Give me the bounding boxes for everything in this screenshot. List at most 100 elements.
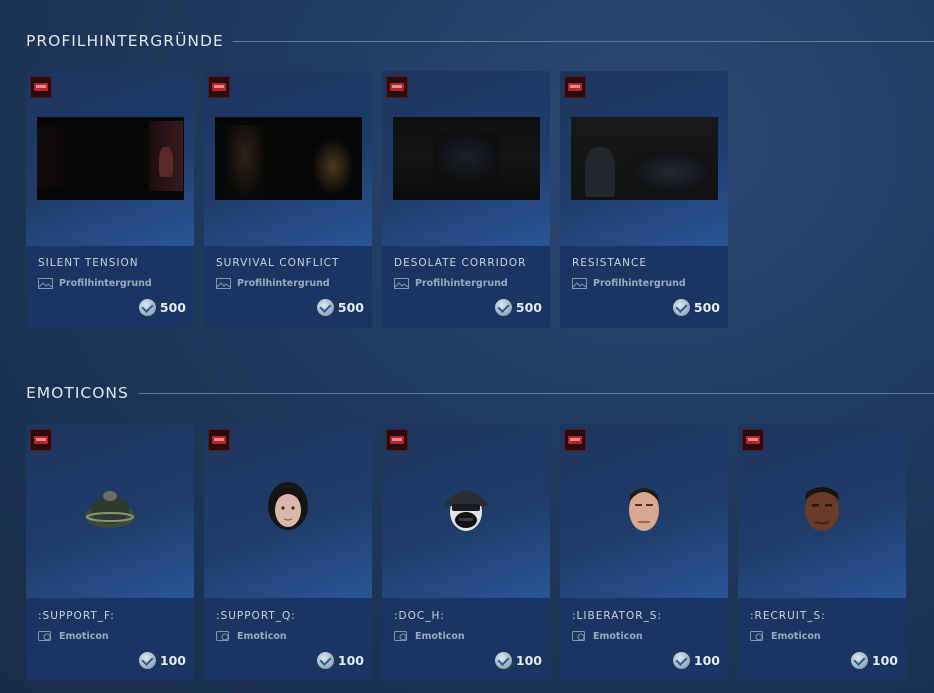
steam-points-coin-icon [316, 652, 334, 669]
item-type: Emoticon [216, 631, 287, 642]
item-type: Emoticon [750, 631, 821, 642]
card-preview [204, 424, 372, 598]
section-divider [232, 40, 934, 42]
game-logo-icon[interactable] [30, 429, 52, 451]
item-type-label: Emoticon [593, 631, 643, 642]
item-price[interactable]: 500 [138, 299, 186, 316]
item-price[interactable]: 100 [316, 652, 364, 669]
emoticon-image [629, 487, 659, 531]
item-type: Emoticon [572, 631, 643, 642]
item-name: DESOLATE CORRIDOR [394, 257, 527, 269]
item-price[interactable]: 100 [850, 652, 898, 669]
card-preview [560, 424, 728, 598]
emoticon-card-recruit-s[interactable]: :RECRUIT_S: Emoticon 100 [738, 424, 906, 680]
item-type-label: Emoticon [771, 631, 821, 642]
game-logo-icon[interactable] [208, 76, 230, 98]
background-card-desolate-corridor[interactable]: DESOLATE CORRIDOR Profilhintergrund 500 [382, 71, 550, 328]
price-amount: 100 [693, 653, 720, 668]
emoticon-card-support-q[interactable]: :SUPPORT_Q: Emoticon 100 [204, 424, 372, 680]
card-info: :SUPPORT_Q: Emoticon 100 [204, 598, 372, 680]
item-name: SILENT TENSION [38, 257, 139, 269]
item-type: Profilhintergrund [394, 278, 508, 289]
background-card-resistance[interactable]: RESISTANCE Profilhintergrund 500 [560, 71, 728, 328]
item-type: Emoticon [38, 631, 109, 642]
item-name: SURVIVAL CONFLICT [216, 257, 340, 269]
card-preview [382, 71, 550, 246]
image-landscape-icon [572, 278, 587, 289]
game-logo-icon[interactable] [386, 429, 408, 451]
item-type-label: Profilhintergrund [415, 278, 508, 289]
card-info: SURVIVAL CONFLICT Profilhintergrund 500 [204, 246, 372, 328]
card-preview [382, 424, 550, 598]
emoticon-icon [38, 631, 51, 641]
background-thumbnail [215, 117, 362, 200]
section-header-backgrounds: PROFILHINTERGRÜNDE [26, 31, 934, 51]
price-amount: 500 [159, 300, 186, 315]
item-price[interactable]: 500 [494, 299, 542, 316]
item-price[interactable]: 500 [316, 299, 364, 316]
card-info: SILENT TENSION Profilhintergrund 500 [26, 246, 194, 328]
card-info: DESOLATE CORRIDOR Profilhintergrund 500 [382, 246, 550, 328]
background-card-silent-tension[interactable]: SILENT TENSION Profilhintergrund 500 [26, 71, 194, 328]
background-card-survival-conflict[interactable]: SURVIVAL CONFLICT Profilhintergrund 500 [204, 71, 372, 328]
price-amount: 100 [159, 653, 186, 668]
steam-points-coin-icon [494, 299, 512, 316]
card-preview [204, 71, 372, 246]
price-amount: 100 [515, 653, 542, 668]
item-type-label: Profilhintergrund [59, 278, 152, 289]
price-amount: 100 [337, 653, 364, 668]
card-preview [560, 71, 728, 246]
item-name: :SUPPORT_F: [38, 610, 115, 622]
game-logo-icon[interactable] [564, 429, 586, 451]
emoticon-image [805, 486, 839, 531]
card-preview [738, 424, 906, 598]
item-name: :LIBERATOR_S: [572, 610, 662, 622]
steam-points-coin-icon [138, 299, 156, 316]
game-logo-icon[interactable] [208, 429, 230, 451]
backgrounds-row: SILENT TENSION Profilhintergrund 500 SUR… [26, 71, 728, 328]
emoticon-image [446, 490, 486, 531]
emoticon-icon [572, 631, 585, 641]
card-info: :SUPPORT_F: Emoticon 100 [26, 598, 194, 680]
section-title: PROFILHINTERGRÜNDE [26, 32, 224, 50]
item-type-label: Profilhintergrund [593, 278, 686, 289]
steam-points-coin-icon [672, 652, 690, 669]
game-logo-icon[interactable] [564, 76, 586, 98]
steam-points-coin-icon [494, 652, 512, 669]
item-price[interactable]: 100 [494, 652, 542, 669]
item-type: Profilhintergrund [38, 278, 152, 289]
price-amount: 100 [871, 653, 898, 668]
emoticon-icon [394, 631, 407, 641]
emoticon-image [85, 490, 135, 528]
price-amount: 500 [693, 300, 720, 315]
background-thumbnail [37, 117, 184, 200]
price-amount: 500 [337, 300, 364, 315]
item-name: :RECRUIT_S: [750, 610, 826, 622]
game-logo-icon[interactable] [386, 76, 408, 98]
item-type-label: Emoticon [59, 631, 109, 642]
item-type: Profilhintergrund [216, 278, 330, 289]
image-landscape-icon [216, 278, 231, 289]
item-price[interactable]: 500 [672, 299, 720, 316]
card-preview [26, 424, 194, 598]
emoticon-icon [750, 631, 763, 641]
emoticon-image [268, 481, 308, 530]
emoticon-card-doc-h[interactable]: :DOC_H: Emoticon 100 [382, 424, 550, 680]
item-price[interactable]: 100 [138, 652, 186, 669]
card-info: :DOC_H: Emoticon 100 [382, 598, 550, 680]
item-type-label: Emoticon [237, 631, 287, 642]
item-name: RESISTANCE [572, 257, 647, 269]
item-type: Profilhintergrund [572, 278, 686, 289]
game-logo-icon[interactable] [30, 76, 52, 98]
emoticon-card-liberator-s[interactable]: :LIBERATOR_S: Emoticon 100 [560, 424, 728, 680]
item-type: Emoticon [394, 631, 465, 642]
price-amount: 500 [515, 300, 542, 315]
item-price[interactable]: 100 [672, 652, 720, 669]
background-thumbnail [393, 117, 540, 200]
emoticon-card-support-f[interactable]: :SUPPORT_F: Emoticon 100 [26, 424, 194, 680]
card-info: :LIBERATOR_S: Emoticon 100 [560, 598, 728, 680]
steam-points-coin-icon [138, 652, 156, 669]
card-preview [26, 71, 194, 246]
game-logo-icon[interactable] [742, 429, 764, 451]
section-title: EMOTICONS [26, 384, 129, 402]
